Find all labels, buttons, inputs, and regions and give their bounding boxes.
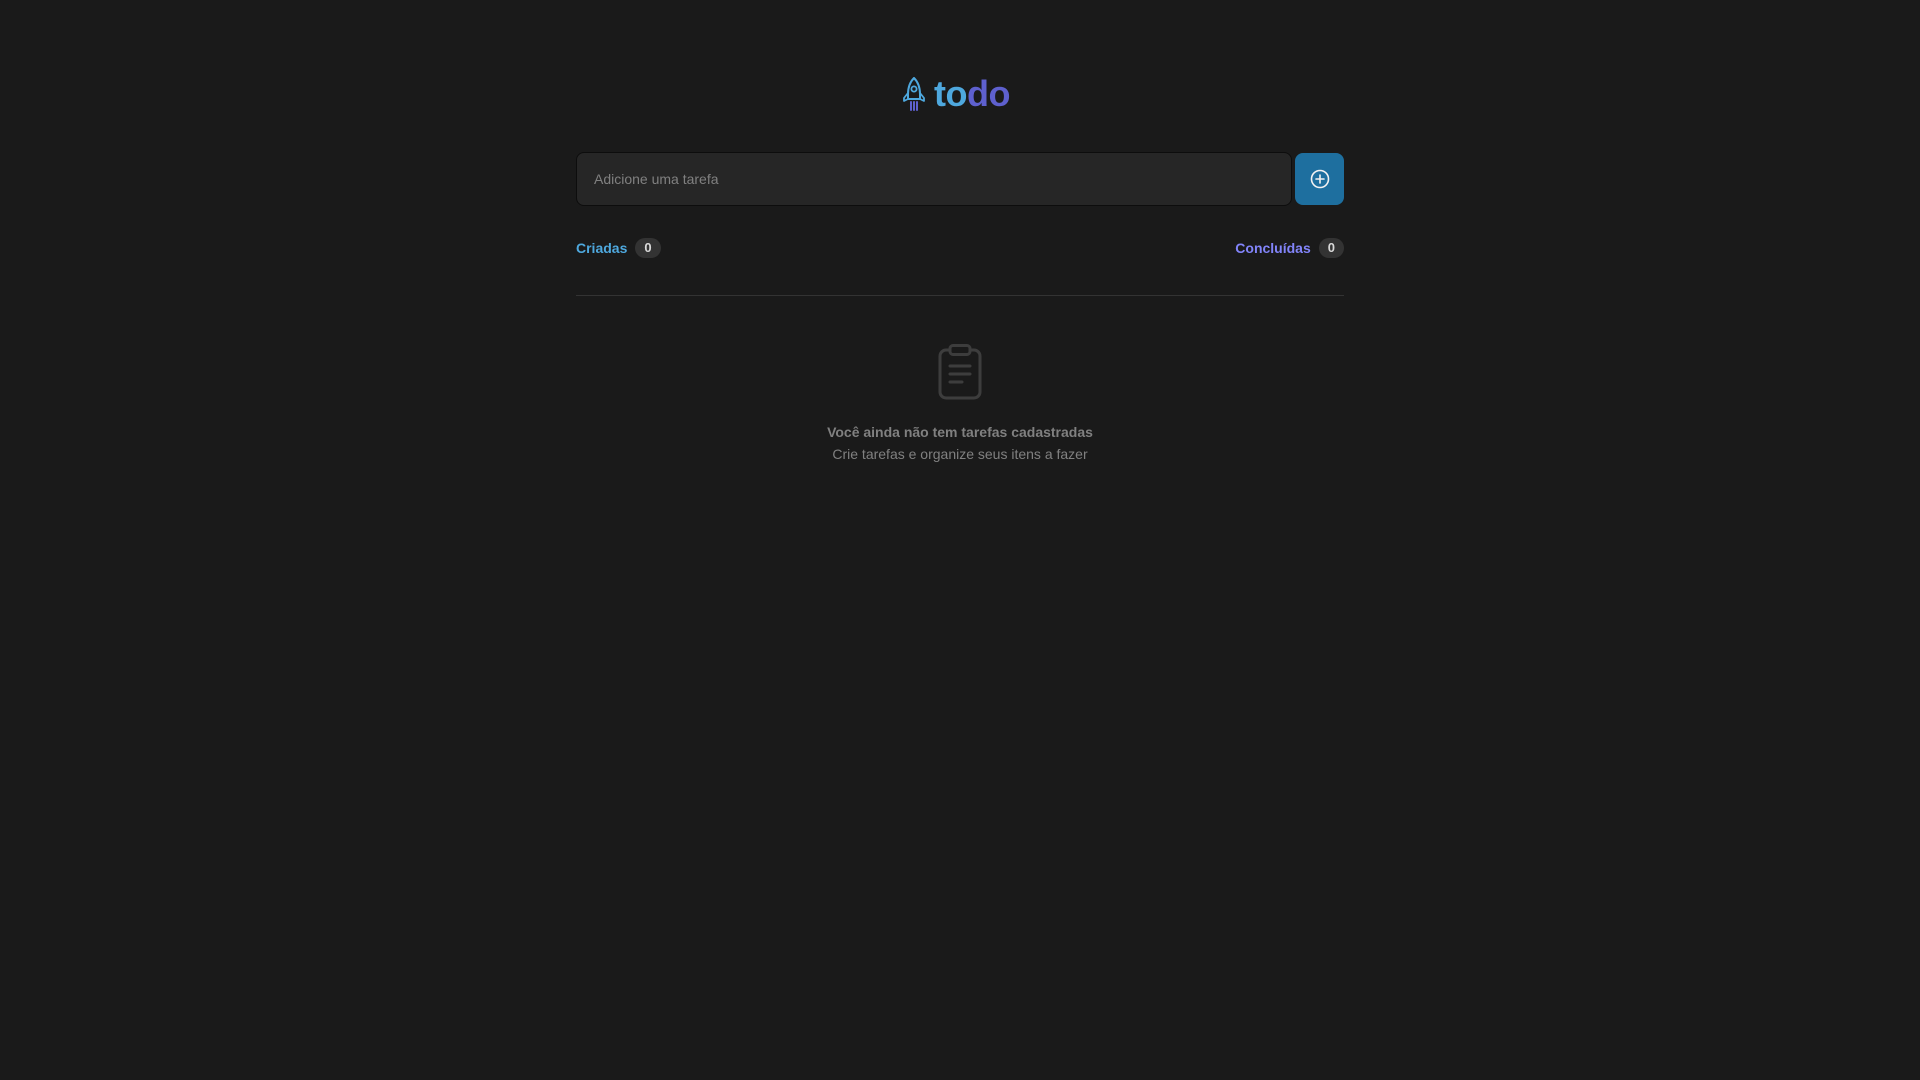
new-task-input[interactable] (576, 152, 1292, 206)
rocket-icon (903, 77, 925, 111)
created-tasks-counter: Criadas 0 (576, 237, 661, 259)
empty-state-subtitle: Crie tarefas e organize seus itens a faz… (832, 446, 1088, 462)
clipboard-icon (938, 344, 982, 400)
list-divider (576, 295, 1344, 296)
plus-circle-icon (1310, 169, 1329, 189)
create-task-button[interactable] (1295, 153, 1344, 205)
completed-tasks-label: Concluídas (1235, 240, 1311, 256)
logo-text-to: to (934, 73, 967, 114)
completed-tasks-count: 0 (1318, 238, 1344, 258)
logo-wordmark: todo (934, 76, 1010, 112)
app-logo: todo (903, 73, 1010, 115)
empty-state: Você ainda não tem tarefas cadastradas C… (576, 344, 1344, 464)
empty-state-title: Você ainda não tem tarefas cadastradas (827, 424, 1093, 440)
completed-tasks-counter: Concluídas 0 (1235, 237, 1344, 259)
logo-text-do: do (966, 73, 1010, 114)
created-tasks-count: 0 (635, 238, 661, 258)
created-tasks-label: Criadas (576, 240, 628, 256)
